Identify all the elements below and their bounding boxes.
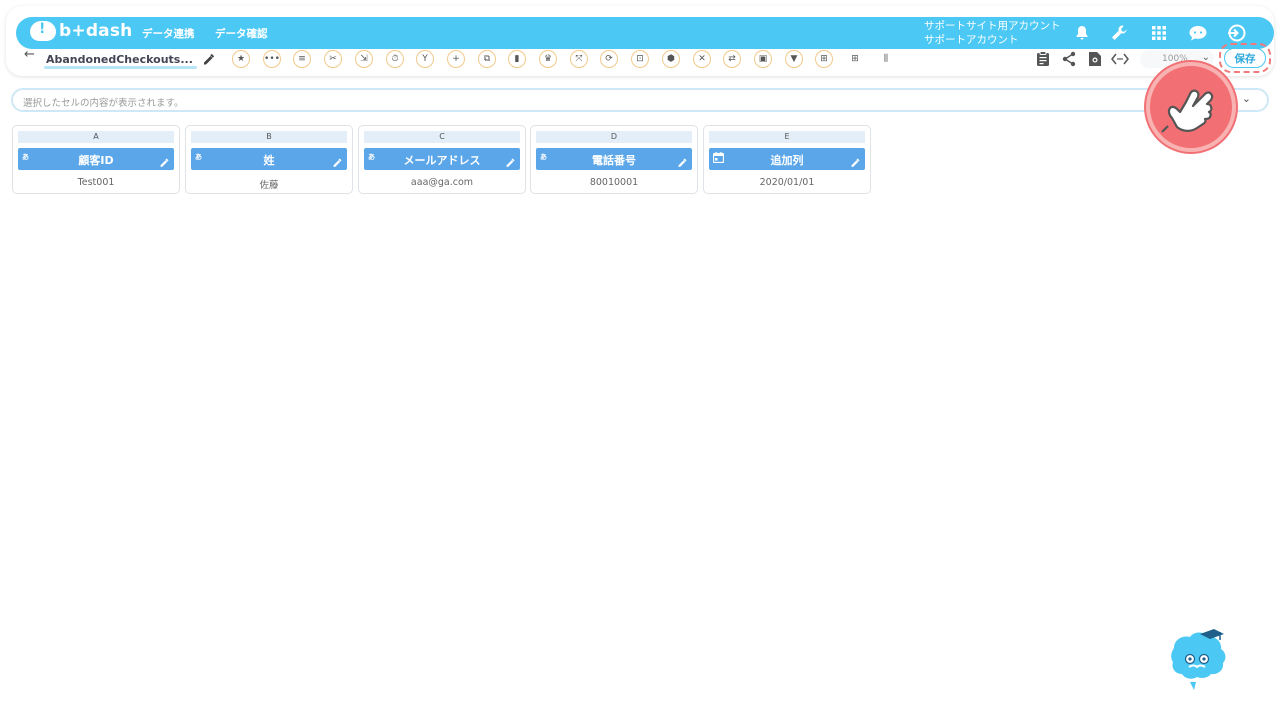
cell-value[interactable]: aaa@ga.com xyxy=(364,177,520,188)
edit-name-pencil-icon[interactable] xyxy=(202,51,216,70)
cell-value[interactable]: Test001 xyxy=(18,177,174,188)
chat-support-icon[interactable] xyxy=(1187,22,1209,44)
merge-icon[interactable]: ⇲ xyxy=(355,50,373,68)
filter-icon[interactable]: ▼ xyxy=(785,50,803,68)
cellbar-expand-icon[interactable]: ⌄ xyxy=(1242,92,1251,105)
close-circle-icon[interactable]: ✕ xyxy=(693,50,711,68)
column-name: 電話番号 xyxy=(592,154,636,167)
column-edit-pencil-icon[interactable] xyxy=(505,153,516,172)
logo[interactable]: b+dash xyxy=(30,21,132,41)
file-name[interactable]: AbandonedCheckouts... xyxy=(46,53,194,66)
code-embed-icon[interactable] xyxy=(1110,49,1130,69)
crown-icon[interactable]: ♛ xyxy=(539,50,557,68)
cell-value[interactable]: 佐藤 xyxy=(191,177,347,191)
scissors-icon[interactable]: ✂ xyxy=(324,50,342,68)
column-card-a[interactable]: A あ 顧客ID Test001 xyxy=(12,125,180,194)
table-icon[interactable]: ⊞ xyxy=(846,50,864,68)
expand-icon[interactable]: ⤧ xyxy=(570,50,588,68)
column-header[interactable]: あ メールアドレス xyxy=(364,148,520,170)
columns-icon[interactable]: ⫼ xyxy=(877,50,895,68)
nav-data-check[interactable]: データ確認 xyxy=(215,26,268,41)
column-name: メールアドレス xyxy=(403,154,481,167)
logo-text: b+dash xyxy=(59,21,133,41)
column-edit-pencil-icon[interactable] xyxy=(332,153,343,172)
mascot-assistant-icon[interactable] xyxy=(1160,626,1230,690)
frame-icon[interactable]: ▣ xyxy=(754,50,772,68)
nav-data-integration[interactable]: データ連携 xyxy=(142,26,195,41)
column-letter[interactable]: B xyxy=(191,131,347,143)
wrench-icon[interactable] xyxy=(1108,22,1130,44)
cell-content-bar[interactable]: 選択したセルの内容が表示されます。 ⌄ xyxy=(11,88,1269,112)
branch-icon[interactable]: Y xyxy=(416,50,434,68)
text-type-icon: あ xyxy=(195,153,202,161)
back-button[interactable]: ← xyxy=(24,47,35,62)
column-letter[interactable]: D xyxy=(536,131,692,143)
unlock-icon[interactable]: ⊡ xyxy=(631,50,649,68)
more-icon[interactable]: ••• xyxy=(263,50,281,68)
box-icon[interactable]: ⬢ xyxy=(662,50,680,68)
column-letter[interactable]: A xyxy=(18,131,174,143)
logout-icon[interactable] xyxy=(1225,22,1247,44)
column-header[interactable]: あ姓 xyxy=(191,148,347,170)
column-letter[interactable]: E xyxy=(709,131,865,143)
repeat-icon[interactable]: ⟳ xyxy=(600,50,618,68)
column-letter[interactable]: C xyxy=(364,131,520,143)
file-search-icon[interactable] xyxy=(1085,49,1105,69)
apps-grid-icon[interactable] xyxy=(1148,22,1170,44)
cell-content-placeholder: 選択したセルの内容が表示されます。 xyxy=(23,98,184,109)
cell-value[interactable]: 2020/01/01 xyxy=(709,177,865,188)
logo-cloud-icon xyxy=(30,21,56,41)
top-nav-bar: b+dash データ連携 データ確認 サポートサイト用アカウント サポートアカウ… xyxy=(16,17,1274,49)
text-type-icon: あ xyxy=(368,153,375,161)
column-card-b[interactable]: B あ姓佐藤 xyxy=(185,125,353,194)
zoom-caret-icon: ⌄ xyxy=(1201,52,1210,63)
plus-icon[interactable]: + xyxy=(447,50,465,68)
timer-icon[interactable]: ⏱ xyxy=(386,50,404,68)
convert-icon[interactable]: ⇄ xyxy=(723,50,741,68)
column-card-c[interactable]: C あ メールアドレス aaa@ga.com xyxy=(358,125,526,194)
column-header[interactable]: 追加列 xyxy=(709,148,865,170)
cell-value[interactable]: 80010001 xyxy=(536,177,692,188)
save-button[interactable]: 保存 xyxy=(1224,48,1266,68)
trash-icon[interactable]: ▮ xyxy=(508,50,526,68)
column-name: 追加列 xyxy=(770,154,804,167)
share-icon[interactable] xyxy=(1059,49,1079,69)
account-info[interactable]: サポートサイト用アカウント サポートアカウント xyxy=(924,19,1061,47)
copy-icon[interactable]: ⧉ xyxy=(478,50,496,68)
column-name: 姓 xyxy=(263,154,275,167)
file-name-underline xyxy=(44,66,197,69)
list-icon[interactable]: ≡ xyxy=(293,50,311,68)
clipboard-icon[interactable] xyxy=(1033,49,1053,69)
column-edit-pencil-icon[interactable] xyxy=(677,153,688,172)
column-name: 顧客ID xyxy=(78,154,114,167)
text-type-icon: あ xyxy=(22,153,29,161)
text-type-icon: あ xyxy=(540,153,547,161)
bell-icon[interactable] xyxy=(1071,22,1093,44)
account-site-label: サポートサイト用アカウント xyxy=(924,20,1061,32)
account-name: サポートアカウント xyxy=(924,34,1019,46)
column-card-d[interactable]: D あ 電話番号 80010001 xyxy=(530,125,698,194)
column-header[interactable]: あ 顧客ID xyxy=(18,148,174,170)
zoom-select[interactable]: 100% ⌄ xyxy=(1140,50,1214,68)
star-icon[interactable]: ★ xyxy=(232,50,250,68)
calendar-icon xyxy=(712,152,725,165)
column-card-e[interactable]: E 追加列 2020/01/01 xyxy=(703,125,871,194)
column-edit-pencil-icon[interactable] xyxy=(159,153,170,172)
zoom-value: 100% xyxy=(1162,54,1188,64)
column-edit-pencil-icon[interactable] xyxy=(850,153,861,172)
column-header[interactable]: あ 電話番号 xyxy=(536,148,692,170)
grid-text-icon[interactable]: ⊞ xyxy=(815,50,833,68)
